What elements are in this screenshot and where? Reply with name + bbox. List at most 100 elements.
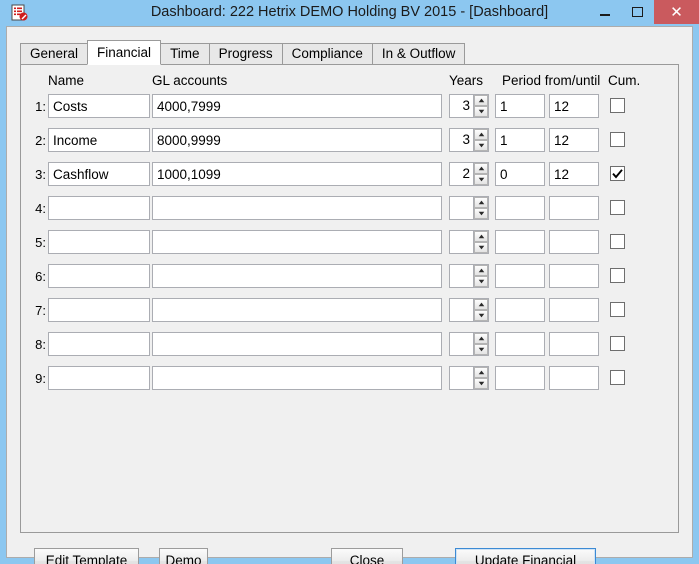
gl-accounts-input[interactable] <box>152 162 442 186</box>
stepper-down-icon[interactable] <box>474 140 488 151</box>
gl-accounts-input[interactable] <box>152 196 442 220</box>
tab-general[interactable]: General <box>20 43 89 64</box>
period-from-input[interactable] <box>495 264 545 288</box>
title-bar: Dashboard: 222 Hetrix DEMO Holding BV 20… <box>0 0 699 26</box>
years-stepper[interactable]: 3 <box>449 128 489 152</box>
row-number: 8: <box>35 337 46 352</box>
years-value <box>450 197 473 219</box>
stepper-up-icon[interactable] <box>474 129 488 140</box>
name-input[interactable] <box>48 128 150 152</box>
cumulative-checkbox[interactable] <box>610 268 625 283</box>
name-input[interactable] <box>48 162 150 186</box>
name-input[interactable] <box>48 196 150 220</box>
years-stepper[interactable] <box>449 196 489 220</box>
update-financial-button[interactable]: Update Financial <box>455 548 596 564</box>
period-from-input[interactable] <box>495 366 545 390</box>
gl-accounts-input[interactable] <box>152 366 442 390</box>
maximize-button[interactable] <box>622 0 652 24</box>
years-stepper[interactable]: 2 <box>449 162 489 186</box>
years-stepper-buttons <box>473 231 488 253</box>
tab-in-outflow[interactable]: In & Outflow <box>371 43 466 64</box>
period-until-input[interactable] <box>549 196 599 220</box>
period-until-input[interactable] <box>549 298 599 322</box>
years-stepper[interactable] <box>449 332 489 356</box>
years-stepper[interactable] <box>449 230 489 254</box>
period-until-input[interactable] <box>549 264 599 288</box>
stepper-down-icon[interactable] <box>474 378 488 389</box>
gl-accounts-input[interactable] <box>152 298 442 322</box>
years-stepper[interactable] <box>449 298 489 322</box>
stepper-up-icon[interactable] <box>474 367 488 378</box>
gl-accounts-input[interactable] <box>152 128 442 152</box>
cumulative-checkbox[interactable] <box>610 98 625 113</box>
period-until-input[interactable] <box>549 162 599 186</box>
cumulative-checkbox[interactable] <box>610 166 625 181</box>
stepper-up-icon[interactable] <box>474 163 488 174</box>
cumulative-checkbox[interactable] <box>610 336 625 351</box>
name-input[interactable] <box>48 298 150 322</box>
years-stepper[interactable] <box>449 264 489 288</box>
row-number: 3: <box>35 167 46 182</box>
cumulative-checkbox[interactable] <box>610 200 625 215</box>
demo-button[interactable]: Demo <box>159 548 208 564</box>
stepper-down-icon[interactable] <box>474 242 488 253</box>
cumulative-checkbox[interactable] <box>610 302 625 317</box>
close-button[interactable]: Close <box>331 548 403 564</box>
years-value <box>450 231 473 253</box>
stepper-down-icon[interactable] <box>474 344 488 355</box>
period-from-input[interactable] <box>495 128 545 152</box>
gl-accounts-input[interactable] <box>152 94 442 118</box>
years-value: 3 <box>462 98 470 113</box>
stepper-up-icon[interactable] <box>474 299 488 310</box>
stepper-down-icon[interactable] <box>474 276 488 287</box>
tab-compliance[interactable]: Compliance <box>281 43 373 64</box>
stepper-down-icon[interactable] <box>474 310 488 321</box>
period-from-input[interactable] <box>495 196 545 220</box>
row-number: 7: <box>35 303 46 318</box>
maximize-icon <box>631 7 643 17</box>
period-from-input[interactable] <box>495 230 545 254</box>
name-input[interactable] <box>48 366 150 390</box>
name-input[interactable] <box>48 332 150 356</box>
period-until-input[interactable] <box>549 94 599 118</box>
period-until-input[interactable] <box>549 366 599 390</box>
name-input[interactable] <box>48 264 150 288</box>
period-from-input[interactable] <box>495 332 545 356</box>
period-from-input[interactable] <box>495 94 545 118</box>
years-value: 2 <box>462 166 470 181</box>
tab-progress[interactable]: Progress <box>208 43 283 64</box>
years-value: 3 <box>462 132 470 147</box>
period-from-input[interactable] <box>495 162 545 186</box>
stepper-down-icon[interactable] <box>474 208 488 219</box>
cumulative-checkbox[interactable] <box>610 234 625 249</box>
stepper-up-icon[interactable] <box>474 231 488 242</box>
period-until-input[interactable] <box>549 230 599 254</box>
minimize-button[interactable] <box>590 0 620 24</box>
close-window-button[interactable]: ✕ <box>654 0 699 24</box>
name-input[interactable] <box>48 94 150 118</box>
column-header-cumulative: Cum. <box>608 73 641 88</box>
years-stepper-buttons <box>473 197 488 219</box>
stepper-down-icon[interactable] <box>474 174 488 185</box>
period-until-input[interactable] <box>549 332 599 356</box>
edit-template-button[interactable]: Edit Template <box>34 548 139 564</box>
gl-accounts-input[interactable] <box>152 332 442 356</box>
period-from-input[interactable] <box>495 298 545 322</box>
years-stepper[interactable]: 3 <box>449 94 489 118</box>
stepper-up-icon[interactable] <box>474 333 488 344</box>
gl-accounts-input[interactable] <box>152 230 442 254</box>
cumulative-checkbox[interactable] <box>610 370 625 385</box>
years-stepper[interactable] <box>449 366 489 390</box>
financial-tab-panel: Name GL accounts Years Period from/until… <box>20 64 679 533</box>
tab-time[interactable]: Time <box>160 43 210 64</box>
name-input[interactable] <box>48 230 150 254</box>
stepper-up-icon[interactable] <box>474 197 488 208</box>
application-window: Dashboard: 222 Hetrix DEMO Holding BV 20… <box>0 0 699 564</box>
stepper-up-icon[interactable] <box>474 265 488 276</box>
period-until-input[interactable] <box>549 128 599 152</box>
gl-accounts-input[interactable] <box>152 264 442 288</box>
stepper-down-icon[interactable] <box>474 106 488 117</box>
cumulative-checkbox[interactable] <box>610 132 625 147</box>
tab-financial[interactable]: Financial <box>87 40 162 65</box>
stepper-up-icon[interactable] <box>474 95 488 106</box>
